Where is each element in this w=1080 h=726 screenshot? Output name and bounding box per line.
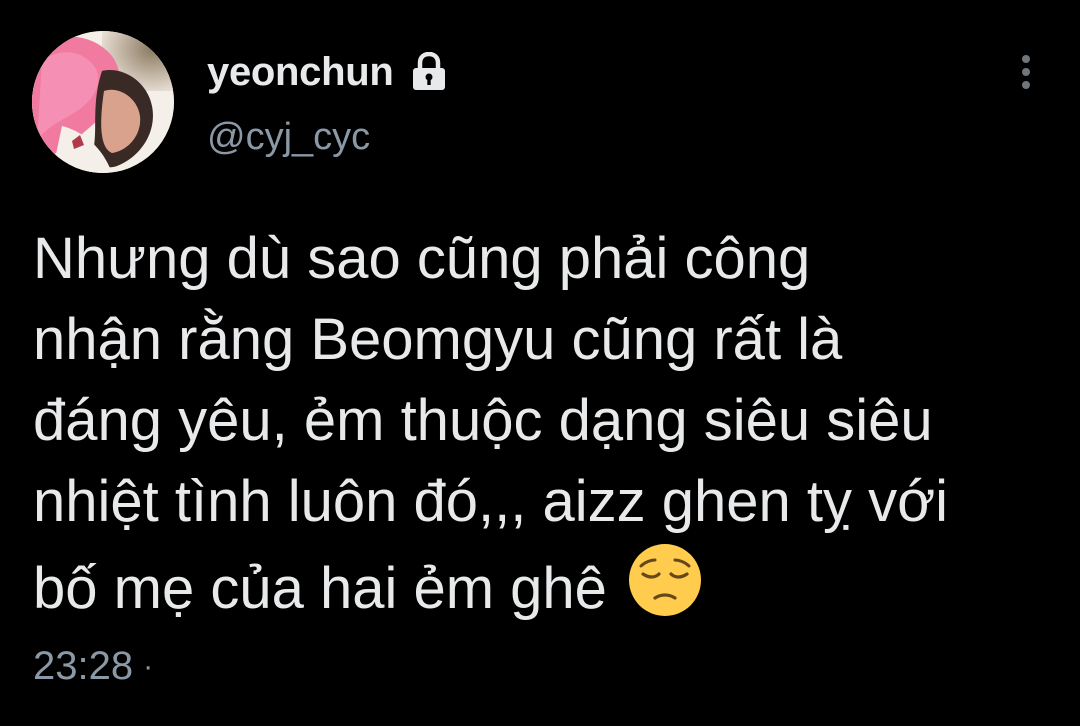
tweet-text-line: Nhưng dù sao cũng phải công [33,226,811,291]
tweet: yeonchun @cyj_cyc Nhưng dù sao cũng phải… [0,0,1080,726]
avatar-photo [32,31,174,173]
more-vertical-icon [1022,55,1030,63]
tweet-text-line: đáng yêu, ẻm thuộc dạng siêu siêu [33,388,933,453]
tweet-meta: 23:28 · [33,644,153,689]
timestamp[interactable]: 23:28 [33,644,133,689]
tweet-text-line-text: bố mẹ của hai ẻm ghê [33,556,607,621]
avatar[interactable] [32,31,174,173]
tweet-text-line: nhiệt tình luôn đó,,, aizz ghen tỵ với [33,469,949,534]
author-name-row: yeonchun [207,48,448,96]
tweet-text-line: nhận rằng Beomgyu cũng rất là [33,307,843,372]
lock-icon [410,51,448,92]
more-options-button[interactable] [1006,52,1046,92]
display-name[interactable]: yeonchun [207,50,394,95]
tweet-text: Nhưng dù sao cũng phải công nhận rằng Be… [33,218,1063,629]
author-handle[interactable]: @cyj_cyc [207,116,370,159]
pensive-face-emoji [627,542,703,618]
tweet-text-line-last: bố mẹ của hai ẻm ghê [33,542,1063,629]
meta-separator: · [143,649,154,683]
